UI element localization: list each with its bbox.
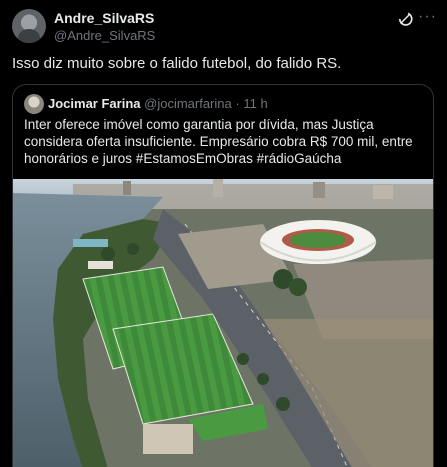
author-handle[interactable]: @Andre_SilvaRS bbox=[54, 27, 155, 44]
grok-icon[interactable] bbox=[396, 10, 414, 28]
quoted-separator: · bbox=[235, 96, 240, 111]
user-avatar[interactable] bbox=[12, 9, 46, 43]
quoted-handle: @jocimarfarina bbox=[144, 96, 232, 111]
tweet[interactable]: Andre_SilvaRS @Andre_SilvaRS ··· Isso di… bbox=[0, 0, 447, 467]
quoted-name[interactable]: Jocimar Farina bbox=[48, 96, 141, 111]
quoted-avatar[interactable] bbox=[24, 94, 44, 114]
post-text: Isso diz muito sobre o falido futebol, d… bbox=[12, 55, 342, 72]
quoted-post[interactable]: Jocimar Farina @jocimarfarina · 11 h Int… bbox=[12, 84, 434, 467]
more-icon[interactable]: ··· bbox=[418, 9, 438, 28]
quoted-text: Inter oferece imóvel como garantia por d… bbox=[24, 117, 413, 166]
aerial-stadium-photo[interactable] bbox=[13, 179, 434, 467]
quoted-header: Jocimar Farina @jocimarfarina · 11 h bbox=[48, 96, 268, 111]
author-block[interactable]: Andre_SilvaRS @Andre_SilvaRS bbox=[54, 10, 155, 44]
quoted-time[interactable]: 11 h bbox=[243, 96, 267, 111]
author-name[interactable]: Andre_SilvaRS bbox=[54, 10, 155, 27]
